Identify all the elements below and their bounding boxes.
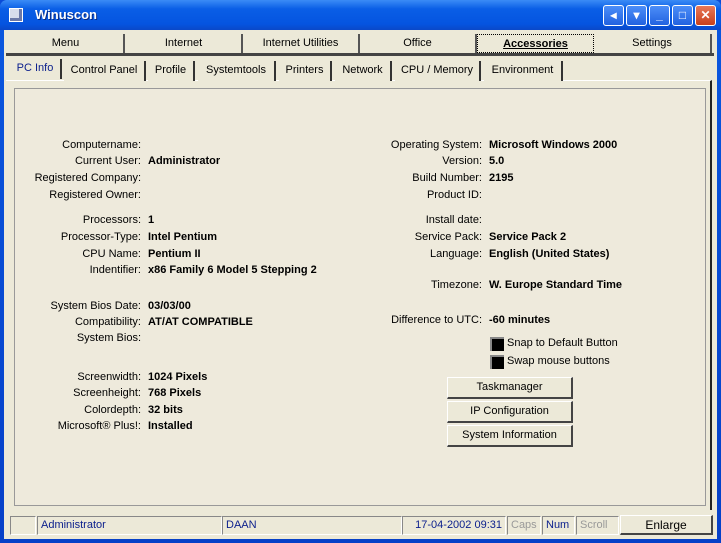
- field-value: Service Pack 2: [489, 231, 567, 243]
- field-label: Processors:: [82, 214, 141, 226]
- field-value: Intel Pentium: [148, 231, 218, 243]
- checkbox[interactable]: [490, 355, 504, 369]
- field-value: 1: [148, 214, 155, 226]
- maximize-button[interactable]: □: [672, 5, 693, 26]
- menu-divider: [6, 53, 714, 56]
- down-arrow-icon[interactable]: ▾: [626, 5, 647, 26]
- field-value: W. Europe Standard Time: [489, 279, 623, 291]
- field-label: Registered Company:: [34, 172, 141, 184]
- field-label: Colordepth:: [84, 404, 141, 416]
- minimize-button[interactable]: _: [649, 5, 670, 26]
- field-label: Version:: [442, 155, 482, 167]
- status-scroll: Scroll: [576, 516, 619, 535]
- field-label: Computername:: [62, 139, 141, 151]
- menu-accessories[interactable]: Accessories: [477, 34, 594, 53]
- field-label: System Bios Date:: [50, 300, 141, 312]
- status-user: Administrator: [37, 516, 222, 535]
- menu-settings[interactable]: Settings: [594, 34, 712, 53]
- field-label: Indentifier:: [89, 264, 141, 276]
- field-value: Installed: [148, 420, 193, 432]
- menu-menu[interactable]: Menu: [8, 34, 125, 53]
- status-num: Num: [542, 516, 575, 535]
- checkbox[interactable]: [490, 337, 504, 351]
- field-label: System Bios:: [76, 332, 141, 344]
- field-value: 768 Pixels: [148, 387, 202, 399]
- status-computer: DAAN: [222, 516, 402, 535]
- field-value: AT/AT COMPATIBLE: [148, 316, 253, 328]
- left-arrow-icon[interactable]: ◂: [603, 5, 624, 26]
- system-information-button[interactable]: System Information: [447, 425, 573, 447]
- status-empty: [10, 516, 36, 535]
- field-label: Compatibility:: [74, 316, 141, 328]
- field-label: Install date:: [425, 214, 482, 226]
- field-value: English (United States): [489, 248, 610, 260]
- field-label: Timezone:: [431, 279, 482, 291]
- status-datetime: 17-04-2002 09:31: [402, 516, 506, 535]
- menu-internet-utilities[interactable]: Internet Utilities: [243, 34, 360, 53]
- checkbox-label[interactable]: Swap mouse buttons: [507, 355, 610, 367]
- field-label: Current User:: [74, 155, 141, 167]
- close-button[interactable]: ✕: [695, 5, 716, 26]
- title-bar[interactable]: Winuscon ◂ ▾ _ □ ✕: [0, 0, 721, 30]
- field-label: Product ID:: [426, 189, 482, 201]
- field-label: Build Number:: [412, 172, 482, 184]
- field-value: x86 Family 6 Model 5 Stepping 2: [148, 264, 317, 276]
- tab-environment[interactable]: Environment: [484, 61, 563, 81]
- field-label: Processor-Type:: [60, 231, 141, 243]
- checkbox-label[interactable]: Snap to Default Button: [507, 337, 618, 349]
- tab-printers[interactable]: Printers: [279, 61, 332, 81]
- field-label: Operating System:: [390, 139, 482, 151]
- field-value: -60 minutes: [489, 314, 551, 326]
- tab-cpu-memory[interactable]: CPU / Memory: [395, 61, 481, 81]
- field-label: Microsoft® Plus!:: [57, 420, 141, 432]
- field-value: Microsoft Windows 2000: [489, 139, 618, 151]
- client-area: Menu Internet Internet Utilities Office Acce…: [4, 30, 717, 539]
- field-value: 5.0: [489, 155, 505, 167]
- field-value: Administrator: [148, 155, 221, 167]
- enlarge-button[interactable]: Enlarge: [620, 515, 713, 535]
- field-label: Service Pack:: [414, 231, 482, 243]
- status-caps: Caps: [507, 516, 541, 535]
- menu-internet[interactable]: Internet: [126, 34, 243, 53]
- field-value: 03/03/00: [148, 300, 191, 312]
- menu-office[interactable]: Office: [360, 34, 477, 53]
- tab-profile[interactable]: Profile: [148, 61, 195, 81]
- field-label: Difference to UTC:: [391, 314, 482, 326]
- app-icon[interactable]: [9, 8, 23, 22]
- field-value: 2195: [489, 172, 514, 184]
- tab-network[interactable]: Network: [335, 61, 392, 81]
- field-label: Screenwidth:: [77, 371, 141, 383]
- window-title: Winuscon: [35, 7, 97, 22]
- tab-systemtools[interactable]: Systemtools: [198, 61, 276, 81]
- window: Winuscon ◂ ▾ _ □ ✕ Menu Internet Internet …: [0, 0, 721, 543]
- taskmanager-button[interactable]: Taskmanager: [447, 377, 573, 399]
- tab-pc-info[interactable]: PC Info: [10, 59, 62, 79]
- field-value: 1024 Pixels: [148, 371, 208, 383]
- field-value: Pentium II: [148, 248, 201, 260]
- field-value: 32 bits: [148, 404, 183, 416]
- tab-control-panel[interactable]: Control Panel: [64, 61, 146, 81]
- field-label: Language:: [430, 248, 482, 260]
- field-label: Registered Owner:: [49, 189, 141, 201]
- field-label: CPU Name:: [82, 248, 141, 260]
- field-label: Screenheight:: [73, 387, 141, 399]
- ip-configuration-button[interactable]: IP Configuration: [447, 401, 573, 423]
